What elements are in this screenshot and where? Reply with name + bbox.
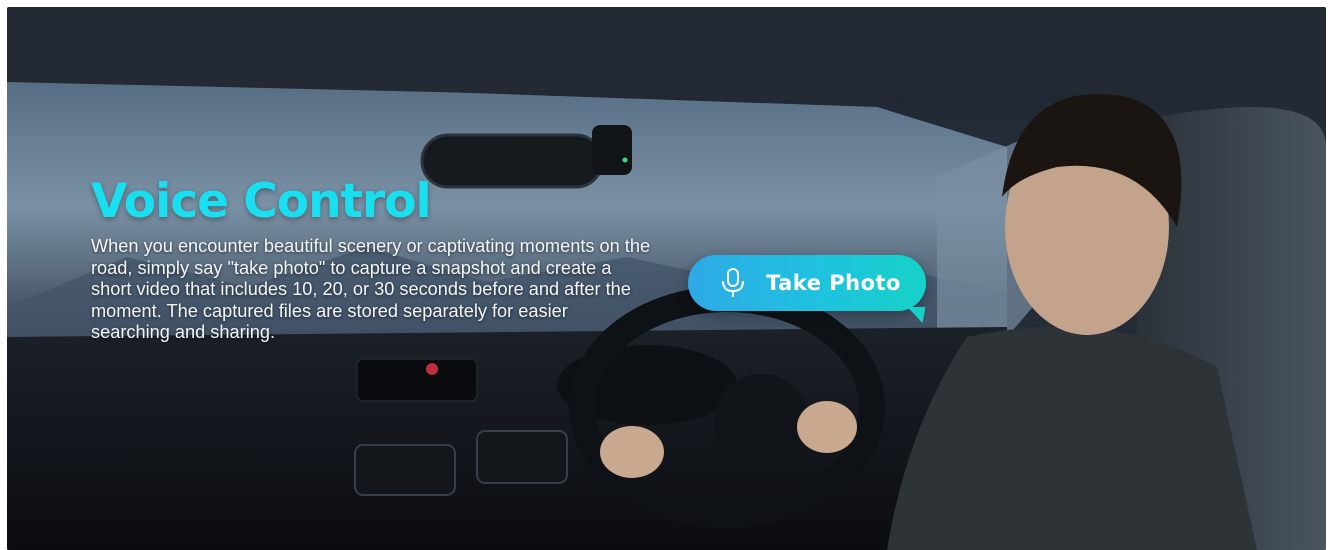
driver-hand bbox=[797, 401, 857, 453]
feature-title: Voice Control bbox=[91, 174, 432, 229]
microphone-icon bbox=[722, 268, 744, 297]
air-vent-left bbox=[354, 444, 456, 496]
dashcam bbox=[592, 125, 632, 175]
take-photo-voice-bubble[interactable]: Take Photo bbox=[688, 255, 926, 323]
driver-hand bbox=[600, 426, 664, 478]
feature-description: When you encounter beautiful scenery or … bbox=[91, 236, 651, 343]
bubble-tail bbox=[904, 307, 926, 323]
air-vent-right bbox=[476, 430, 568, 484]
infotainment-screen bbox=[356, 358, 478, 402]
feature-text: Voice Control When you encounter beautif… bbox=[91, 177, 651, 344]
hero-banner: Voice Control When you encounter beautif… bbox=[7, 7, 1326, 550]
steering-hub bbox=[714, 374, 810, 470]
take-photo-label: Take Photo bbox=[766, 271, 901, 295]
